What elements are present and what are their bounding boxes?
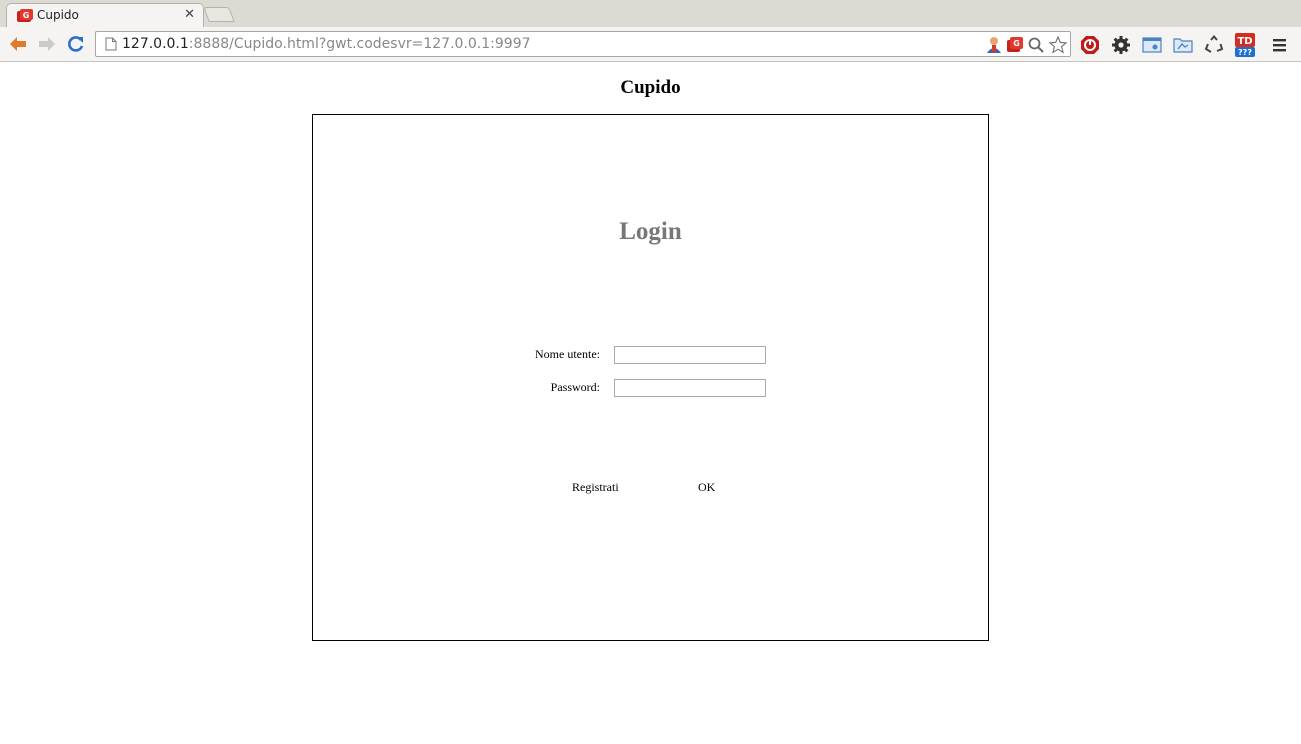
url-text: 127.0.0.1:8888/Cupido.html?gwt.codesvr=1…	[122, 36, 531, 52]
svg-text:TD: TD	[1237, 36, 1252, 47]
register-button[interactable]: Registrati	[572, 480, 619, 495]
password-label: Password:	[550, 380, 600, 394]
page-icon	[105, 37, 117, 51]
recycle-icon[interactable]	[1204, 35, 1224, 55]
window-extension-icon[interactable]	[1142, 35, 1162, 55]
close-tab-icon[interactable]: ✕	[184, 7, 195, 22]
svg-text:G: G	[23, 11, 30, 20]
adblock-stop-icon[interactable]	[1080, 35, 1100, 55]
page-title: Cupido	[620, 77, 681, 98]
tab-strip: G Cupido ✕	[0, 0, 1301, 27]
ok-button[interactable]: OK	[698, 480, 715, 495]
tab-cupido[interactable]: G Cupido ✕	[6, 3, 204, 27]
browser-toolbar: 127.0.0.1:8888/Cupido.html?gwt.codesvr=1…	[0, 27, 1301, 62]
svg-text:???: ???	[1238, 48, 1252, 57]
reload-icon[interactable]	[66, 35, 86, 53]
url-host: 127.0.0.1	[122, 36, 189, 52]
tab-title: Cupido	[37, 8, 79, 22]
url-path: :8888/Cupido.html?gwt.codesvr=127.0.0.1:…	[188, 36, 531, 52]
folder-extension-icon[interactable]	[1173, 35, 1193, 55]
forward-arrow-icon[interactable]	[37, 35, 57, 53]
username-input[interactable]	[614, 346, 766, 364]
gwt-favicon-icon: G	[17, 9, 33, 22]
svg-text:G: G	[1013, 39, 1020, 48]
menu-icon[interactable]	[1270, 35, 1290, 55]
translator-extension-icon[interactable]: TD ???	[1234, 33, 1256, 57]
back-arrow-icon[interactable]	[8, 35, 28, 53]
user-avatar-icon[interactable]	[985, 36, 1003, 54]
bookmark-star-icon[interactable]	[1049, 36, 1067, 54]
password-input[interactable]	[614, 379, 766, 397]
username-label: Nome utente:	[535, 347, 600, 361]
gwt-extension-icon[interactable]: G	[1006, 36, 1024, 54]
login-panel: Login Nome utente: Password: Registrati …	[312, 114, 989, 641]
address-bar[interactable]: 127.0.0.1:8888/Cupido.html?gwt.codesvr=1…	[95, 31, 1071, 57]
search-icon[interactable]	[1027, 36, 1045, 54]
new-tab-button[interactable]	[203, 7, 235, 22]
login-heading: Login	[619, 218, 682, 245]
gear-icon[interactable]	[1111, 35, 1131, 55]
